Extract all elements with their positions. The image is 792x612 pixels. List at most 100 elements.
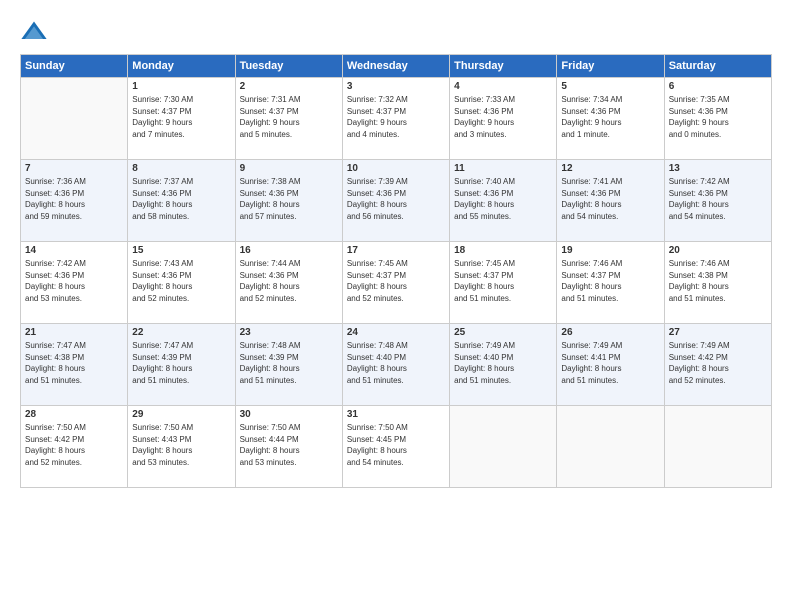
day-info: Sunrise: 7:49 AM Sunset: 4:42 PM Dayligh…: [669, 340, 767, 386]
calendar-cell: 19 Sunrise: 7:46 AM Sunset: 4:37 PM Dayli…: [557, 242, 664, 324]
day-info: Sunrise: 7:50 AM Sunset: 4:42 PM Dayligh…: [25, 422, 123, 468]
weekday-header-wednesday: Wednesday: [342, 55, 449, 78]
calendar-cell: [21, 78, 128, 160]
calendar-cell: 11Sunrise: 7:40 AM Sunset: 4:36 PM Dayli…: [450, 160, 557, 242]
day-info: Sunrise: 7:42 AM Sunset: 4:36 PM Dayligh…: [669, 176, 767, 222]
logo: [20, 18, 52, 46]
day-number: 18: [454, 245, 552, 256]
day-number: 20: [669, 245, 767, 256]
day-number: 13: [669, 163, 767, 174]
day-info: Sunrise: 7:44 AM Sunset: 4:36 PM Dayligh…: [240, 258, 338, 304]
calendar-cell: 12 Sunrise: 7:41 AM Sunset: 4:36 PM Dayli…: [557, 160, 664, 242]
day-number: 24: [347, 327, 445, 338]
day-info: Sunrise: 7:48 AM Sunset: 4:39 PM Dayligh…: [240, 340, 338, 386]
calendar-cell: 28 Sunrise: 7:50 AM Sunset: 4:42 PM Dayli…: [21, 406, 128, 488]
weekday-header-friday: Friday: [557, 55, 664, 78]
calendar-cell: 25 Sunrise: 7:49 AM Sunset: 4:40 PM Dayli…: [450, 324, 557, 406]
weekday-header-saturday: Saturday: [664, 55, 771, 78]
day-info: Sunrise: 7:39 AM Sunset: 4:36 PM Dayligh…: [347, 176, 445, 222]
calendar-cell: [450, 406, 557, 488]
calendar-cell: 20 Sunrise: 7:46 AM Sunset: 4:38 PM Dayli…: [664, 242, 771, 324]
calendar-cell: 14 Sunrise: 7:42 AM Sunset: 4:36 PM Dayli…: [21, 242, 128, 324]
day-info: Sunrise: 7:30 AM Sunset: 4:37 PM Dayligh…: [132, 94, 230, 140]
day-info: Sunrise: 7:41 AM Sunset: 4:36 PM Dayligh…: [561, 176, 659, 222]
day-number: 21: [25, 327, 123, 338]
day-info: Sunrise: 7:37 AM Sunset: 4:36 PM Dayligh…: [132, 176, 230, 222]
day-info: Sunrise: 7:50 AM Sunset: 4:44 PM Dayligh…: [240, 422, 338, 468]
calendar-cell: 22 Sunrise: 7:47 AM Sunset: 4:39 PM Dayli…: [128, 324, 235, 406]
calendar-cell: 2 Sunrise: 7:31 AM Sunset: 4:37 PM Daylig…: [235, 78, 342, 160]
day-info: Sunrise: 7:38 AM Sunset: 4:36 PM Dayligh…: [240, 176, 338, 222]
day-number: 15: [132, 245, 230, 256]
calendar-week-1: 1 Sunrise: 7:30 AM Sunset: 4:37 PM Daylig…: [21, 78, 772, 160]
day-info: Sunrise: 7:45 AM Sunset: 4:37 PM Dayligh…: [454, 258, 552, 304]
weekday-header-thursday: Thursday: [450, 55, 557, 78]
calendar-cell: 13 Sunrise: 7:42 AM Sunset: 4:36 PM Dayli…: [664, 160, 771, 242]
calendar-cell: 24Sunrise: 7:48 AM Sunset: 4:40 PM Dayli…: [342, 324, 449, 406]
day-info: Sunrise: 7:40 AM Sunset: 4:36 PM Dayligh…: [454, 176, 552, 222]
calendar-cell: 26 Sunrise: 7:49 AM Sunset: 4:41 PM Dayli…: [557, 324, 664, 406]
day-info: Sunrise: 7:45 AM Sunset: 4:37 PM Dayligh…: [347, 258, 445, 304]
day-number: 3: [347, 81, 445, 92]
calendar-cell: 1 Sunrise: 7:30 AM Sunset: 4:37 PM Daylig…: [128, 78, 235, 160]
weekday-header-row: SundayMondayTuesdayWednesdayThursdayFrid…: [21, 55, 772, 78]
day-number: 14: [25, 245, 123, 256]
calendar-week-2: 7Sunrise: 7:36 AM Sunset: 4:36 PM Daylig…: [21, 160, 772, 242]
header: [20, 18, 772, 46]
day-number: 28: [25, 409, 123, 420]
calendar-cell: 9 Sunrise: 7:38 AM Sunset: 4:36 PM Daylig…: [235, 160, 342, 242]
day-info: Sunrise: 7:43 AM Sunset: 4:36 PM Dayligh…: [132, 258, 230, 304]
calendar-week-3: 14 Sunrise: 7:42 AM Sunset: 4:36 PM Dayli…: [21, 242, 772, 324]
day-number: 31: [347, 409, 445, 420]
calendar-cell: 21Sunrise: 7:47 AM Sunset: 4:38 PM Dayli…: [21, 324, 128, 406]
day-number: 4: [454, 81, 552, 92]
calendar: SundayMondayTuesdayWednesdayThursdayFrid…: [20, 54, 772, 488]
calendar-cell: 17 Sunrise: 7:45 AM Sunset: 4:37 PM Dayli…: [342, 242, 449, 324]
weekday-header-monday: Monday: [128, 55, 235, 78]
day-info: Sunrise: 7:32 AM Sunset: 4:37 PM Dayligh…: [347, 94, 445, 140]
day-info: Sunrise: 7:46 AM Sunset: 4:37 PM Dayligh…: [561, 258, 659, 304]
day-info: Sunrise: 7:31 AM Sunset: 4:37 PM Dayligh…: [240, 94, 338, 140]
day-number: 27: [669, 327, 767, 338]
day-number: 22: [132, 327, 230, 338]
calendar-cell: [557, 406, 664, 488]
calendar-cell: 30 Sunrise: 7:50 AM Sunset: 4:44 PM Dayli…: [235, 406, 342, 488]
calendar-cell: 18 Sunrise: 7:45 AM Sunset: 4:37 PM Dayli…: [450, 242, 557, 324]
calendar-cell: 5Sunrise: 7:34 AM Sunset: 4:36 PM Daylig…: [557, 78, 664, 160]
day-number: 8: [132, 163, 230, 174]
day-number: 26: [561, 327, 659, 338]
calendar-cell: [664, 406, 771, 488]
calendar-cell: 7Sunrise: 7:36 AM Sunset: 4:36 PM Daylig…: [21, 160, 128, 242]
day-info: Sunrise: 7:33 AM Sunset: 4:36 PM Dayligh…: [454, 94, 552, 140]
day-number: 2: [240, 81, 338, 92]
calendar-cell: 31 Sunrise: 7:50 AM Sunset: 4:45 PM Dayli…: [342, 406, 449, 488]
day-number: 19: [561, 245, 659, 256]
day-number: 23: [240, 327, 338, 338]
day-number: 6: [669, 81, 767, 92]
day-info: Sunrise: 7:36 AM Sunset: 4:36 PM Dayligh…: [25, 176, 123, 222]
day-number: 10: [347, 163, 445, 174]
day-info: Sunrise: 7:34 AM Sunset: 4:36 PM Dayligh…: [561, 94, 659, 140]
weekday-header-tuesday: Tuesday: [235, 55, 342, 78]
calendar-week-4: 21Sunrise: 7:47 AM Sunset: 4:38 PM Dayli…: [21, 324, 772, 406]
calendar-cell: 29Sunrise: 7:50 AM Sunset: 4:43 PM Dayli…: [128, 406, 235, 488]
calendar-week-5: 28 Sunrise: 7:50 AM Sunset: 4:42 PM Dayli…: [21, 406, 772, 488]
day-info: Sunrise: 7:46 AM Sunset: 4:38 PM Dayligh…: [669, 258, 767, 304]
day-number: 30: [240, 409, 338, 420]
day-info: Sunrise: 7:50 AM Sunset: 4:45 PM Dayligh…: [347, 422, 445, 468]
day-number: 9: [240, 163, 338, 174]
day-info: Sunrise: 7:49 AM Sunset: 4:41 PM Dayligh…: [561, 340, 659, 386]
weekday-header-sunday: Sunday: [21, 55, 128, 78]
calendar-cell: 4 Sunrise: 7:33 AM Sunset: 4:36 PM Daylig…: [450, 78, 557, 160]
day-info: Sunrise: 7:47 AM Sunset: 4:39 PM Dayligh…: [132, 340, 230, 386]
day-info: Sunrise: 7:42 AM Sunset: 4:36 PM Dayligh…: [25, 258, 123, 304]
day-number: 25: [454, 327, 552, 338]
calendar-cell: 27 Sunrise: 7:49 AM Sunset: 4:42 PM Dayli…: [664, 324, 771, 406]
day-number: 1: [132, 81, 230, 92]
calendar-cell: 8 Sunrise: 7:37 AM Sunset: 4:36 PM Daylig…: [128, 160, 235, 242]
day-number: 12: [561, 163, 659, 174]
calendar-cell: 23 Sunrise: 7:48 AM Sunset: 4:39 PM Dayli…: [235, 324, 342, 406]
day-number: 17: [347, 245, 445, 256]
day-info: Sunrise: 7:49 AM Sunset: 4:40 PM Dayligh…: [454, 340, 552, 386]
calendar-cell: 15 Sunrise: 7:43 AM Sunset: 4:36 PM Dayli…: [128, 242, 235, 324]
